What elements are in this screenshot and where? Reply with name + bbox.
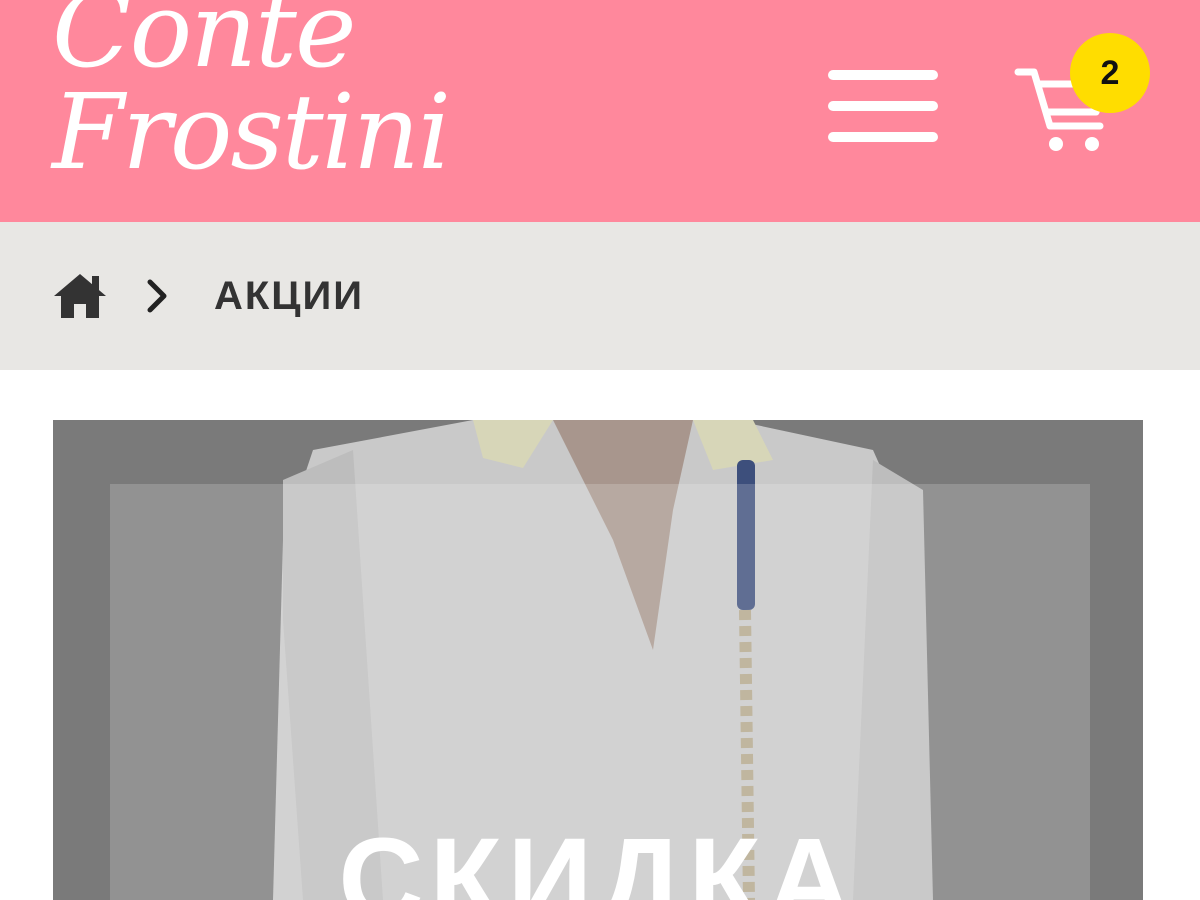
- menu-button[interactable]: [828, 66, 938, 146]
- site-header: Conte Frostini 2: [0, 0, 1200, 222]
- chevron-right-icon: [144, 278, 172, 314]
- logo-line-1: Conte: [52, 0, 357, 91]
- hamburger-menu-icon: [828, 70, 938, 142]
- breadcrumb-home-link[interactable]: [52, 272, 108, 320]
- breadcrumb: [0, 222, 1200, 370]
- promo-banner[interactable]: СКИДКА: [53, 420, 1143, 900]
- cart-count-badge: 2: [1070, 33, 1150, 113]
- home-icon: [54, 274, 106, 318]
- logo-line-2: Frostini: [52, 71, 451, 193]
- breadcrumb-current: АКЦИИ: [214, 274, 365, 318]
- site-logo[interactable]: Conte Frostini: [52, 0, 451, 193]
- promo-title: СКИДКА: [338, 814, 858, 900]
